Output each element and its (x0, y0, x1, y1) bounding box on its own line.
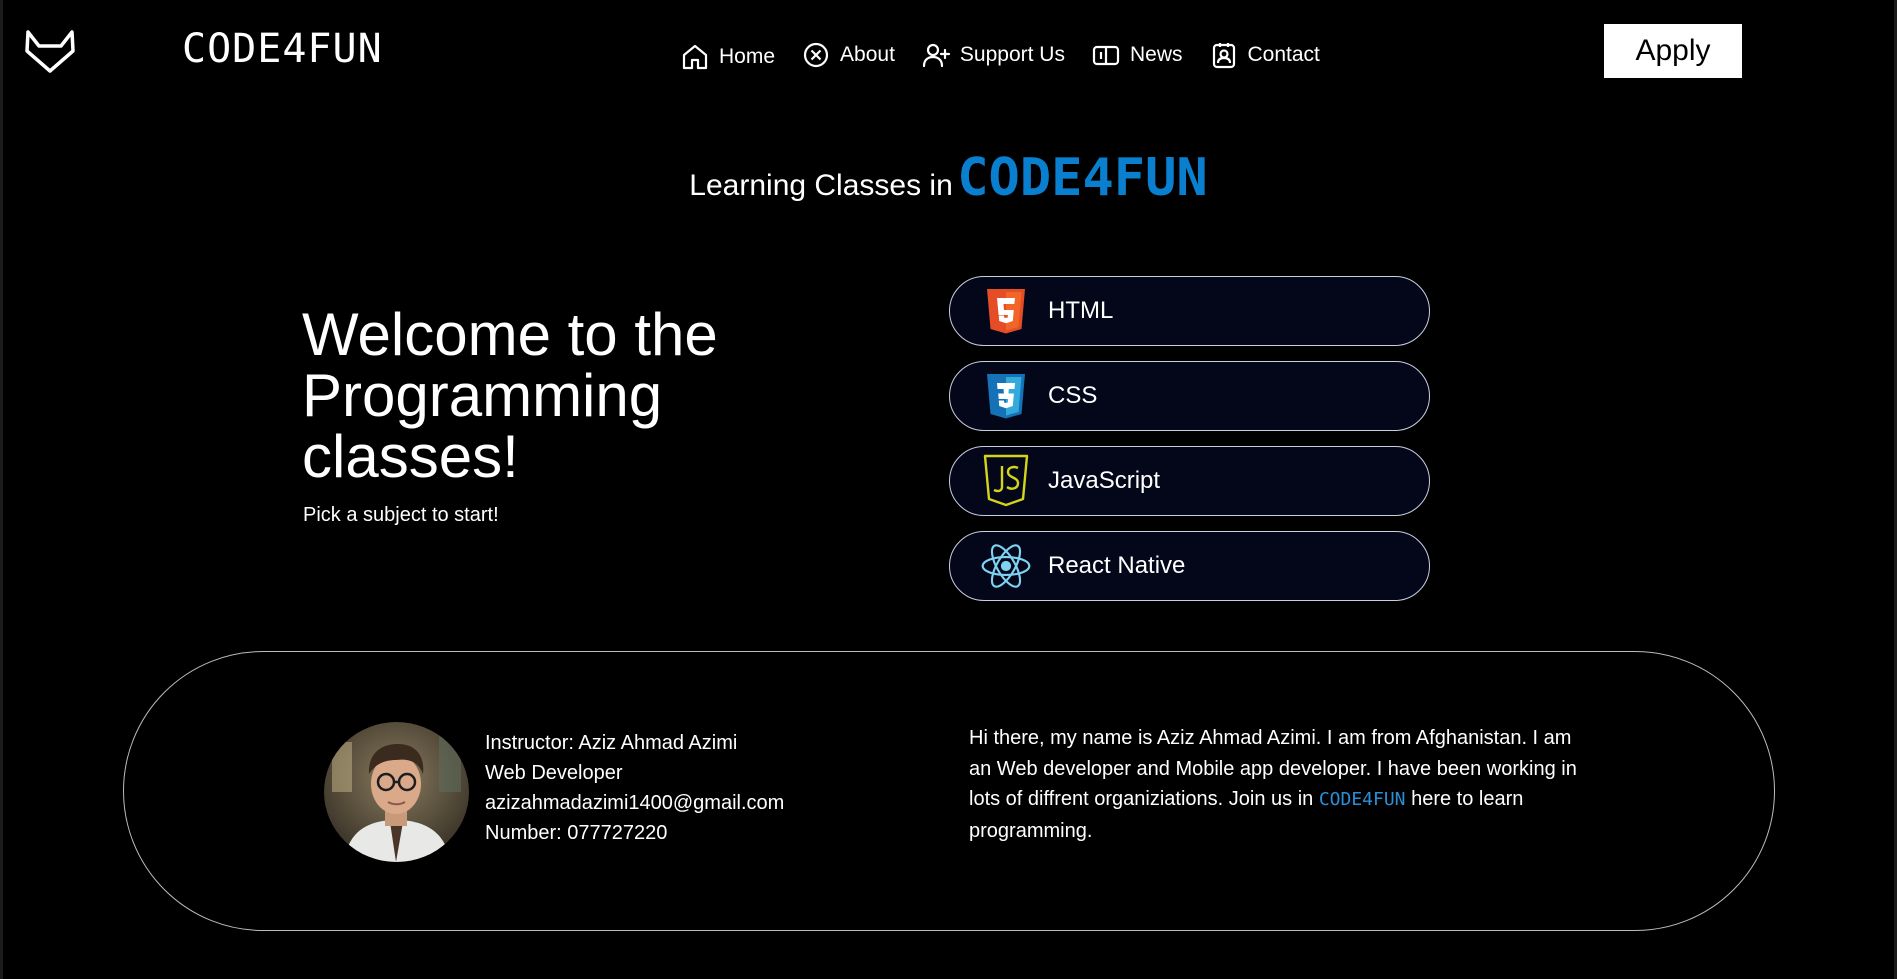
bio-brand: CODE4FUN (1318, 789, 1406, 810)
instructor-avatar (324, 722, 469, 862)
subject-css[interactable]: CSS (949, 361, 1430, 431)
html5-icon (980, 285, 1032, 337)
home-icon (682, 44, 708, 70)
subject-javascript-label: JavaScript (1048, 467, 1161, 494)
contact-icon (1212, 43, 1235, 69)
nav-news-label: News (1129, 43, 1183, 66)
brand-name[interactable]: CODE4FUN (182, 26, 383, 72)
nav-news[interactable]: News (1091, 40, 1183, 70)
nav-contact-label: Contact (1247, 43, 1320, 66)
subject-list: HTML CSS JavaScript React Native (949, 276, 1430, 616)
fox-logo-icon[interactable] (24, 26, 76, 76)
learning-brand: CODE4FUN (957, 148, 1208, 208)
nav-contact[interactable]: Contact (1209, 40, 1320, 70)
css3-icon (980, 370, 1032, 422)
instructor-email[interactable]: azizahmadazimi1400@gmail.com (485, 788, 784, 818)
instructor-name: Instructor: Aziz Ahmad Azimi (485, 732, 738, 754)
subject-react-label: React Native (1048, 552, 1186, 579)
welcome-heading: Welcome to the Programming classes! (302, 301, 718, 490)
subject-javascript[interactable]: JavaScript (949, 446, 1430, 516)
learning-prefix: Learning Classes in (689, 169, 953, 202)
instructor-info: Instructor: Aziz Ahmad Azimi Web Develop… (485, 728, 784, 848)
nav-about[interactable]: About (801, 40, 895, 70)
subject-html-label: HTML (1048, 297, 1114, 324)
nav-about-label: About (840, 43, 895, 66)
nav-support-us[interactable]: Support Us (921, 40, 1065, 70)
nav-home-label: Home (719, 45, 776, 68)
nav-home[interactable]: Home (680, 42, 775, 72)
instructor-phone: Number: 077727220 (485, 822, 668, 844)
pick-subject-text: Pick a subject to start! (303, 504, 499, 526)
react-icon (980, 540, 1032, 592)
user-plus-icon (922, 43, 951, 68)
instructor-role: Web Developer (485, 762, 623, 784)
main-nav: Home About Support Us News Contact (680, 38, 1320, 72)
about-icon (803, 42, 829, 68)
learning-heading: Learning Classes in CODE4FUN (0, 148, 1897, 208)
subject-html[interactable]: HTML (949, 276, 1430, 346)
subject-css-label: CSS (1048, 382, 1098, 409)
instructor-card: Instructor: Aziz Ahmad Azimi Web Develop… (123, 651, 1775, 931)
instructor-bio: Hi there, my name is Aziz Ahmad Azimi. I… (969, 723, 1599, 846)
js-icon (980, 454, 1032, 507)
apply-button[interactable]: Apply (1604, 24, 1742, 78)
subject-react-native[interactable]: React Native (949, 531, 1430, 601)
news-icon (1092, 45, 1120, 66)
nav-support-label: Support Us (959, 43, 1065, 66)
